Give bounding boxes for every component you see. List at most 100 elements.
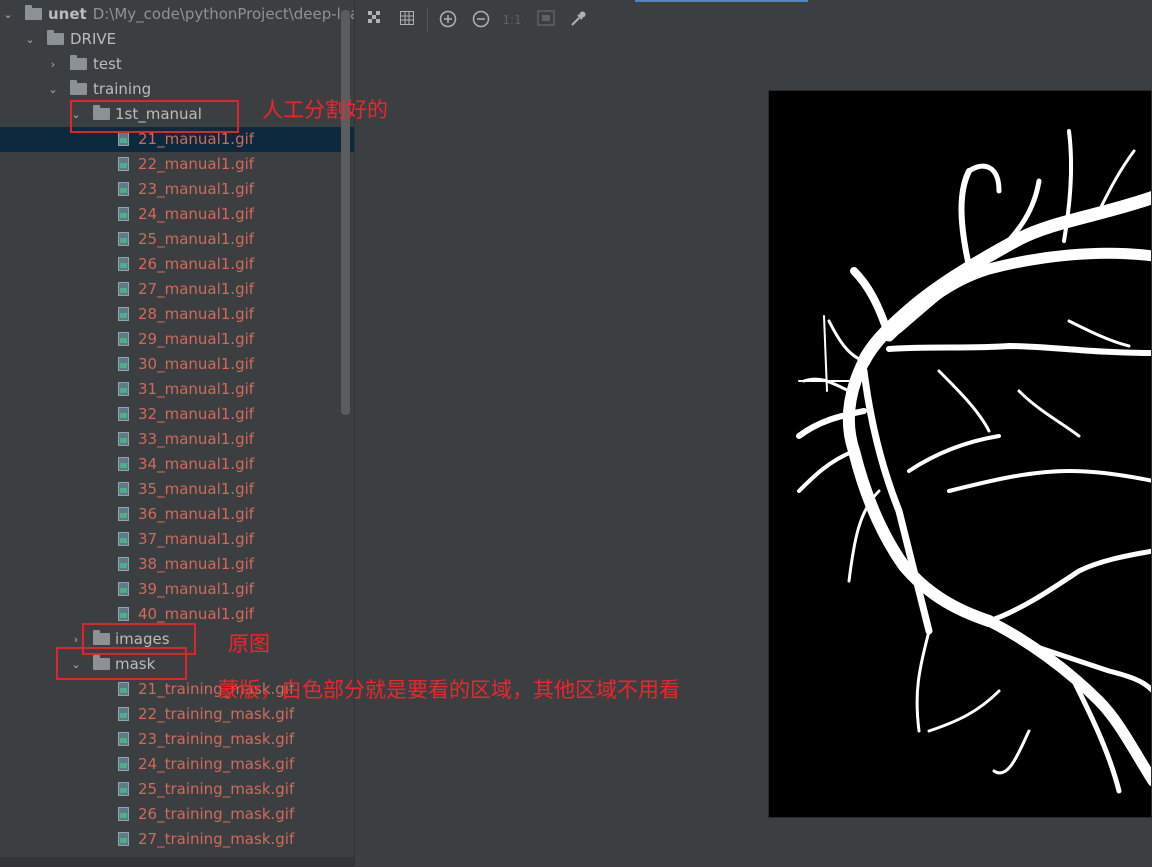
gif-file-icon [118,332,129,346]
tree-row-file[interactable]: 31_manual1.gif [0,377,354,402]
annotation-images: 原图 [228,632,270,656]
tree-row-file[interactable]: 22_training_mask.gif [0,702,354,727]
file-name: 39_manual1.gif [138,580,255,598]
file-name: 27_training_mask.gif [138,830,295,848]
file-name: 22_training_mask.gif [138,705,295,723]
tree-row-file[interactable]: 39_manual1.gif [0,577,354,602]
folder-icon [25,5,42,20]
tree-row-file[interactable]: 28_manual1.gif [0,302,354,327]
gif-file-icon [118,182,129,196]
gif-file-icon [118,132,129,146]
file-name: 34_manual1.gif [138,455,255,473]
gif-file-icon [118,457,129,471]
tree-row-file[interactable]: 25_training_mask.gif [0,777,354,802]
file-name: 38_manual1.gif [138,555,255,573]
chessboard-icon[interactable] [365,10,385,30]
gif-file-icon [118,282,129,296]
annotation-box-manual [70,100,239,133]
tree-row-file[interactable]: 27_manual1.gif [0,277,354,302]
tree-row-file[interactable]: 26_manual1.gif [0,252,354,277]
gif-file-icon [118,307,129,321]
actual-size-icon[interactable]: 1:1 [502,10,522,30]
vertical-scrollbar[interactable] [341,10,350,415]
gif-file-icon [118,157,129,171]
vessel-image-canvas [768,90,1152,818]
gif-file-icon [118,207,129,221]
gif-file-icon [118,407,129,421]
tree-label: DRIVE [70,30,117,48]
vessel-image [796,129,1151,794]
file-name: 26_manual1.gif [138,255,255,273]
tree-label: training [93,80,152,98]
tree-row-file[interactable]: 33_manual1.gif [0,427,354,452]
root-path: D:\My_code\pythonProject\deep-lea [92,5,355,23]
chevron-down-icon[interactable]: ⌄ [24,27,36,52]
folder-icon [47,30,64,45]
file-name: 35_manual1.gif [138,480,255,498]
color-picker-icon[interactable] [568,10,588,30]
gif-file-icon [118,707,129,721]
tree-row-file[interactable]: 27_training_mask.gif [0,827,354,852]
horizontal-scrollbar[interactable] [0,857,354,867]
file-name: 30_manual1.gif [138,355,255,373]
tree-label: test [93,55,122,73]
file-name: 24_manual1.gif [138,205,255,223]
file-name: 32_manual1.gif [138,405,255,423]
zoom-in-icon[interactable] [438,10,458,30]
tree-row-file[interactable]: 23_manual1.gif [0,177,354,202]
gif-file-icon [118,432,129,446]
annotation-box-mask [56,647,187,680]
active-tab-indicator [635,0,808,2]
tree-row-file[interactable]: 26_training_mask.gif [0,802,354,827]
tree-row-file[interactable]: 36_manual1.gif [0,502,354,527]
gif-file-icon [118,782,129,796]
tree-row-test[interactable]: › test [0,52,354,77]
tree-row-file[interactable]: 25_manual1.gif [0,227,354,252]
tree-row-file[interactable]: 37_manual1.gif [0,527,354,552]
file-name: 23_training_mask.gif [138,730,295,748]
chevron-right-icon[interactable]: › [47,52,59,77]
gif-file-icon [118,732,129,746]
tree-row-file[interactable]: 35_manual1.gif [0,477,354,502]
file-name: 24_training_mask.gif [138,755,295,773]
annotation-mask: 蒙版，白色部分就是要看的区域，其他区域不用看 [218,678,680,702]
file-name: 27_manual1.gif [138,280,255,298]
gif-file-icon [118,682,129,696]
tree-row-file[interactable]: 24_training_mask.gif [0,752,354,777]
file-name: 33_manual1.gif [138,430,255,448]
tree-row-drive[interactable]: ⌄ DRIVE [0,27,354,52]
chevron-down-icon[interactable]: ⌄ [47,77,59,102]
chevron-down-icon[interactable]: ⌄ [2,2,14,27]
file-name: 22_manual1.gif [138,155,255,173]
gif-file-icon [118,557,129,571]
tree-row-file[interactable]: 24_manual1.gif [0,202,354,227]
tree-row-file[interactable]: 22_manual1.gif [0,152,354,177]
gif-file-icon [118,357,129,371]
tree-row-file[interactable]: 34_manual1.gif [0,452,354,477]
folder-icon [70,80,87,95]
tree-row-file[interactable]: 32_manual1.gif [0,402,354,427]
tree-row-file[interactable]: 38_manual1.gif [0,552,354,577]
gif-file-icon [118,507,129,521]
file-name: 25_training_mask.gif [138,780,295,798]
grid-icon[interactable] [397,10,417,30]
gif-file-icon [118,257,129,271]
tree-row-root[interactable]: ⌄ unet D:\My_code\pythonProject\deep-lea [0,2,354,27]
gif-file-icon [118,532,129,546]
gif-file-icon [118,382,129,396]
gif-file-icon [118,807,129,821]
zoom-out-icon[interactable] [471,10,491,30]
gif-file-icon [118,832,129,846]
toolbar-separator [427,8,428,32]
gif-file-icon [118,482,129,496]
file-name: 28_manual1.gif [138,305,255,323]
gif-file-icon [118,582,129,596]
gif-file-icon [118,607,129,621]
tree-row-file[interactable]: 29_manual1.gif [0,327,354,352]
tree-row-file[interactable]: 23_training_mask.gif [0,727,354,752]
file-name: 26_training_mask.gif [138,805,295,823]
tree-row-file[interactable]: 30_manual1.gif [0,352,354,377]
annotation-manual: 人工分割好的 [262,98,388,122]
fit-icon[interactable] [536,10,556,30]
file-name: 25_manual1.gif [138,230,255,248]
